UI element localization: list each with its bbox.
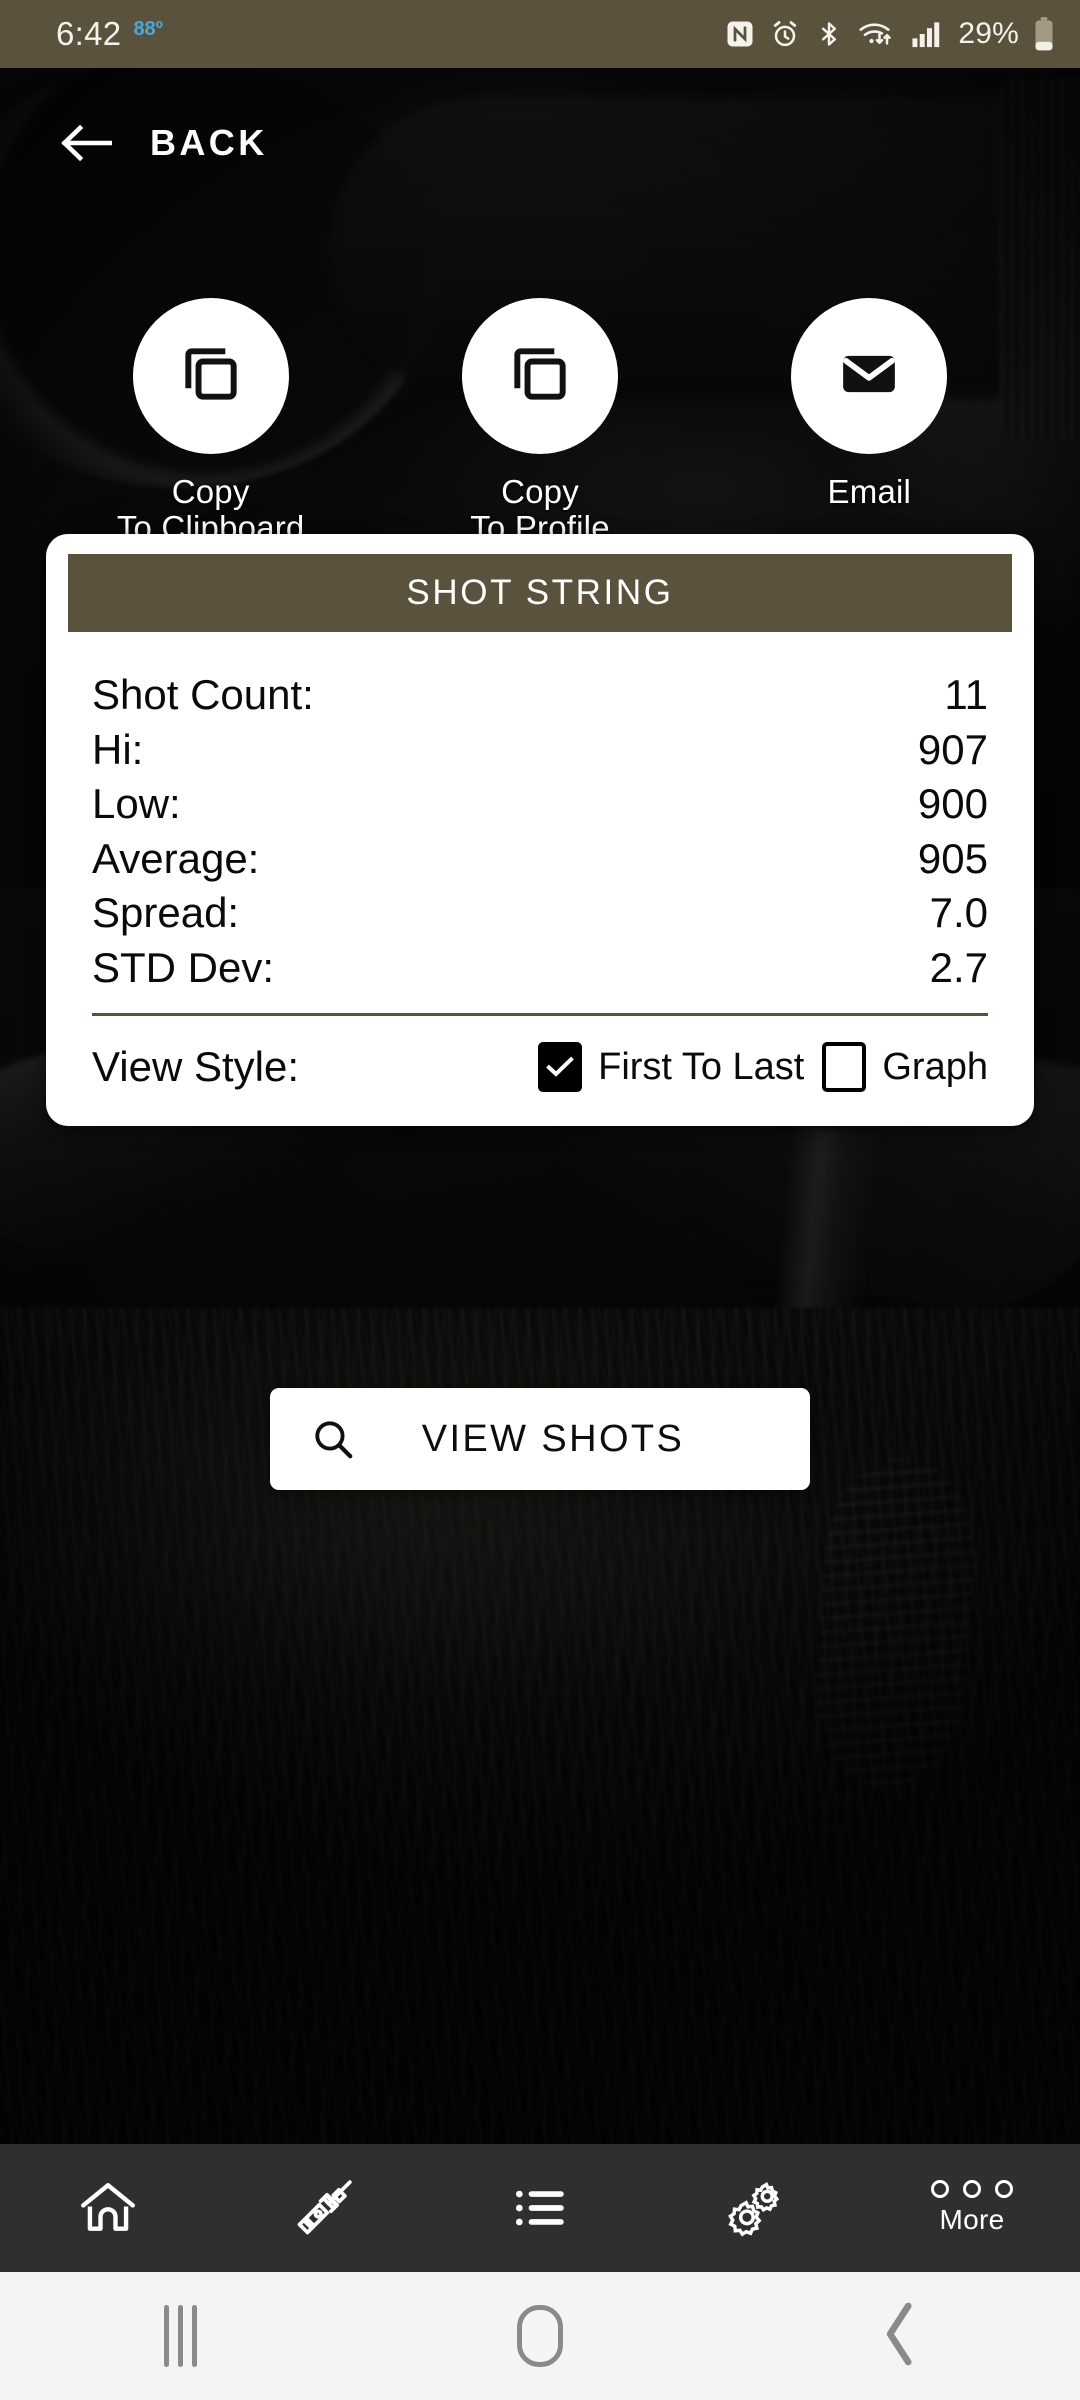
stat-row-hi: Hi: 907 [92, 723, 988, 778]
battery-percent-label: 29% [958, 17, 1019, 50]
screen-content: BACK Copy To Clipboard Copy To Profile E… [0, 68, 1080, 2272]
action-buttons-row: Copy To Clipboard Copy To Profile Email [0, 298, 1080, 545]
stat-label: Low: [92, 780, 181, 828]
home-pill-icon [517, 2305, 563, 2367]
copy-to-profile-label-line1: Copy [501, 473, 579, 510]
back-button[interactable]: BACK [60, 122, 268, 164]
stat-row-std-dev: STD Dev: 2.7 [92, 941, 988, 996]
copy-to-clipboard-button[interactable]: Copy To Clipboard [91, 298, 331, 545]
stat-value: 2.7 [929, 943, 988, 991]
bluetooth-icon [815, 19, 843, 49]
search-icon [310, 1416, 356, 1462]
graph-label: Graph [882, 1045, 988, 1088]
back-label: BACK [150, 122, 268, 163]
stat-row-spread: Spread: 7.0 [92, 886, 988, 941]
app-bottom-nav: More [0, 2144, 1080, 2272]
cellular-signal-icon [911, 19, 943, 49]
nav-item-home[interactable] [0, 2144, 216, 2272]
three-dots-icon [931, 2180, 1013, 2198]
email-label-line1: Email [827, 473, 912, 510]
system-back-button[interactable] [800, 2272, 1000, 2400]
back-chevron-icon [880, 2301, 920, 2372]
stat-value: 7.0 [929, 889, 988, 937]
stat-value: 900 [917, 780, 988, 828]
stats-list: Shot Count: 11 Hi: 907 Low: 900 Average:… [46, 632, 1034, 995]
list-icon [509, 2177, 571, 2239]
stat-label: Average: [92, 834, 260, 882]
stat-label: Spread: [92, 889, 240, 937]
system-recents-button[interactable] [80, 2272, 280, 2400]
nav-item-list[interactable] [432, 2144, 648, 2272]
stat-row-shot-count: Shot Count: 11 [92, 668, 988, 723]
copy-to-clipboard-circle[interactable] [132, 298, 289, 454]
email-button[interactable]: Email [749, 298, 989, 545]
system-home-button[interactable] [440, 2272, 640, 2400]
stat-label: STD Dev: [92, 943, 275, 991]
home-icon [77, 2177, 139, 2239]
card-title: SHOT STRING [406, 573, 674, 612]
system-navigation-bar [0, 2272, 1080, 2400]
first-to-last-label: First To Last [598, 1045, 805, 1088]
first-to-last-checkbox[interactable] [538, 1042, 583, 1093]
copy-icon [506, 340, 574, 413]
phone-screen: 6:42 88º 29% BACK Copy To Clipboard Copy… [0, 0, 1080, 2400]
nav-item-rifle[interactable] [216, 2144, 432, 2272]
gears-icon [724, 2176, 788, 2240]
stat-label: Hi: [92, 725, 144, 773]
status-clock: 6:42 [56, 15, 122, 52]
email-label: Email [828, 474, 912, 510]
view-style-option-graph[interactable]: Graph [822, 1042, 988, 1093]
view-style-label: View Style: [92, 1043, 299, 1091]
arrow-left-icon [60, 122, 112, 164]
stat-value: 905 [917, 834, 988, 882]
status-temperature: 88º [133, 17, 163, 40]
view-style-option-first-to-last[interactable]: First To Last [538, 1042, 805, 1093]
graph-checkbox[interactable] [822, 1042, 867, 1093]
copy-to-clipboard-label-line1: Copy [171, 473, 250, 510]
stat-label: Shot Count: [92, 671, 314, 718]
email-circle[interactable] [791, 298, 948, 454]
battery-icon [1034, 17, 1054, 51]
stat-row-average: Average: 905 [92, 832, 988, 887]
view-shots-button[interactable]: VIEW SHOTS [270, 1388, 810, 1490]
check-icon [546, 1056, 574, 1077]
view-style-row: View Style: First To Last Graph [46, 1016, 1034, 1126]
nfc-icon [725, 19, 755, 49]
view-style-options: First To Last Graph [538, 1042, 988, 1093]
status-bar: 6:42 88º 29% [0, 0, 1080, 68]
nav-more-label: More [939, 2204, 1005, 2235]
copy-to-profile-button[interactable]: Copy To Profile [420, 298, 660, 545]
rifle-scope-icon [291, 2175, 357, 2241]
recents-icon [163, 2305, 197, 2367]
wifi-icon [858, 19, 896, 49]
nav-item-more[interactable]: More [864, 2144, 1080, 2272]
shot-string-card: SHOT STRING Shot Count: 11 Hi: 907 Low: … [46, 534, 1034, 1127]
copy-to-profile-circle[interactable] [461, 298, 618, 454]
nav-item-settings[interactable] [648, 2144, 864, 2272]
stat-value: 907 [917, 725, 988, 773]
card-header: SHOT STRING [68, 554, 1012, 632]
email-icon [836, 341, 902, 412]
status-icons: 29% [725, 17, 1054, 51]
stat-row-low: Low: 900 [92, 777, 988, 832]
view-shots-label: VIEW SHOTS [421, 1417, 685, 1460]
stat-value: 11 [944, 671, 988, 718]
alarm-icon [770, 19, 800, 49]
copy-icon [177, 340, 245, 413]
